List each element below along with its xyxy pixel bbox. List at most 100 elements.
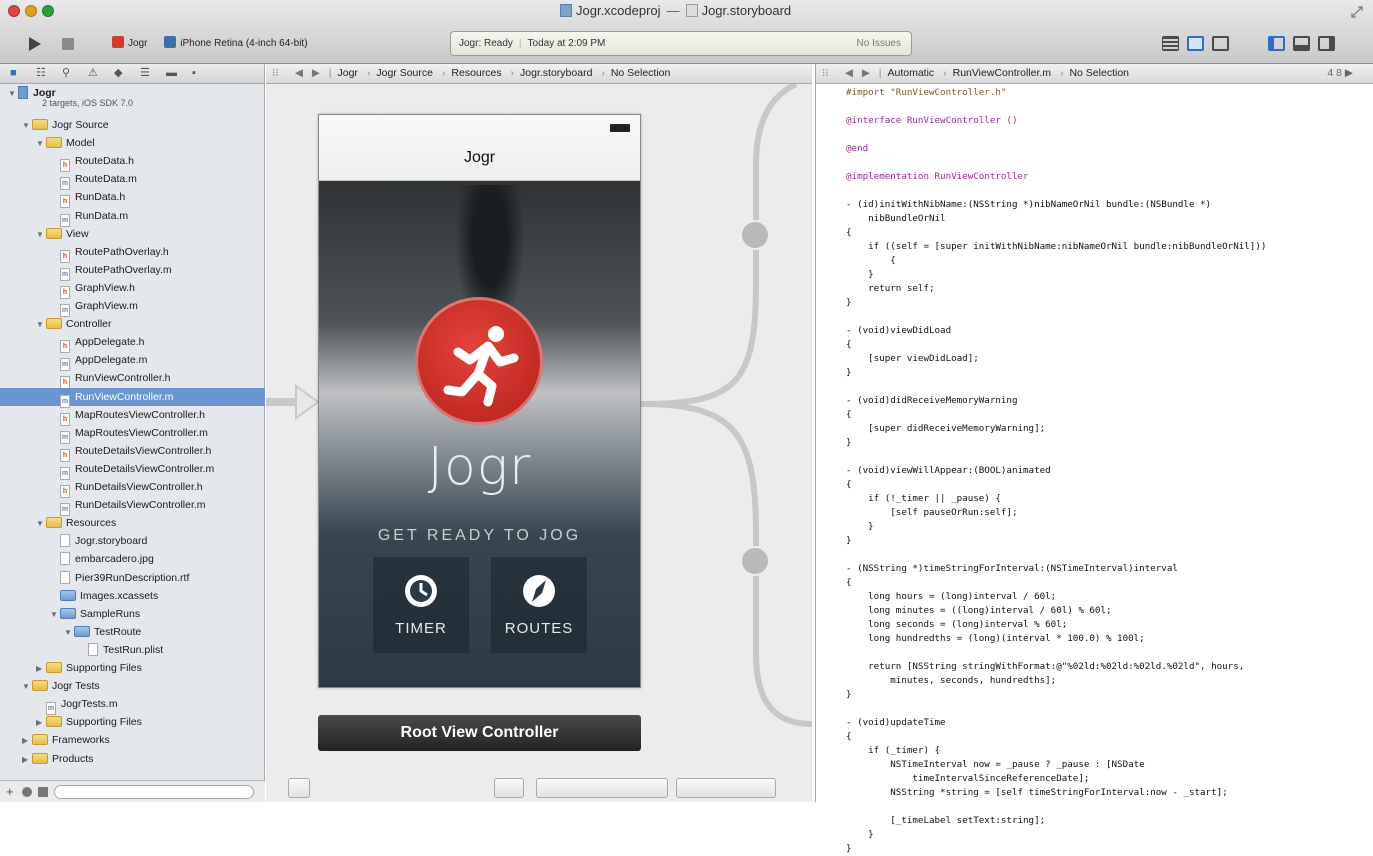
nav-item[interactable]: h RunDetailsViewController.h (0, 478, 265, 498)
disclosure-triangle-icon[interactable]: ▼ (36, 226, 46, 244)
disclosure-triangle-icon[interactable]: ▶ (36, 660, 46, 678)
disclosure-triangle-icon[interactable]: ▼ (36, 316, 46, 334)
nav-item[interactable]: ▼ View (0, 225, 265, 243)
breadcrumb-file[interactable]: Jogr.storyboard (520, 67, 592, 79)
related-items-icon[interactable]: ⁝⁝ (822, 64, 830, 83)
disclosure-triangle-icon[interactable]: ▶ (22, 751, 32, 769)
breadcrumb-resources[interactable]: Resources (451, 67, 501, 79)
scm-filter-icon[interactable] (38, 787, 48, 797)
toggle-navigator-icon[interactable] (1268, 36, 1285, 51)
root-view-controller-label[interactable]: Root View Controller (318, 715, 641, 751)
breadcrumb-group[interactable]: Jogr Source (376, 67, 433, 79)
nav-item[interactable]: m AppDelegate.m (0, 351, 265, 372)
storyboard-canvas[interactable]: ⁝⁝ ◀ ▶ | Jogr › Jogr Source › Resources › Jo… (266, 64, 812, 802)
breadcrumb-project[interactable]: Jogr (338, 67, 358, 79)
routes-button[interactable]: ROUTES (491, 557, 587, 653)
nav-item[interactable]: ▶ Supporting Files (0, 713, 265, 731)
breadcrumb-selection[interactable]: No Selection (1069, 67, 1129, 79)
standard-editor-icon[interactable] (1162, 36, 1179, 51)
disclosure-triangle-icon[interactable]: ▼ (22, 678, 32, 696)
nav-item[interactable]: h RunViewController.h (0, 369, 265, 390)
toggle-debug-area-icon[interactable] (1293, 36, 1310, 51)
debug-nav-icon[interactable]: ☰ (140, 68, 151, 79)
disclosure-triangle-icon[interactable]: ▼ (22, 117, 32, 135)
disclosure-triangle-icon[interactable]: ▼ (50, 606, 60, 624)
nav-item[interactable]: ▶ Frameworks (0, 731, 265, 749)
nav-item[interactable]: ▼ Jogr Source (0, 116, 265, 134)
nav-item[interactable]: Images.xcassets (0, 587, 265, 605)
nav-item[interactable]: m JogrTests.m (0, 695, 265, 716)
zoom-buttons[interactable] (676, 778, 776, 798)
nav-item[interactable]: m RouteDetailsViewController.m (0, 460, 265, 480)
nav-item[interactable]: Pier39RunDescription.rtf (0, 569, 265, 587)
nav-item[interactable]: h MapRoutesViewController.h (0, 406, 265, 426)
nav-item[interactable]: m RunData.m (0, 207, 265, 227)
assistant-editor-icon[interactable] (1187, 36, 1204, 51)
recent-files-icon[interactable] (22, 787, 32, 797)
nav-item[interactable]: embarcadero.jpg (0, 550, 265, 568)
related-items-icon[interactable]: ⁝⁝ (272, 64, 280, 83)
document-outline-button[interactable] (288, 778, 310, 798)
breadcrumb-file[interactable]: RunViewController.m (953, 67, 1051, 79)
nav-item[interactable]: m GraphView.m (0, 297, 265, 317)
nav-item[interactable]: ▼ Controller (0, 315, 265, 333)
stop-button[interactable] (62, 38, 74, 50)
nav-item[interactable]: h RouteData.h (0, 152, 265, 173)
log-nav-icon[interactable]: ▪ (192, 68, 203, 79)
nav-item[interactable]: TestRun.plist (0, 641, 265, 659)
forward-arrow-icon[interactable]: ▶ (862, 64, 870, 83)
nav-item[interactable]: h GraphView.h (0, 279, 265, 299)
form-factor-button[interactable] (494, 778, 524, 798)
nav-item[interactable]: h RunData.h (0, 188, 265, 209)
disclosure-triangle-icon[interactable]: ▼ (64, 624, 74, 642)
forward-arrow-icon[interactable]: ▶ (312, 64, 320, 83)
fullscreen-icon[interactable] (1351, 6, 1363, 18)
breadcrumb-automatic[interactable]: Automatic (888, 67, 935, 79)
segue-icon[interactable] (740, 220, 770, 250)
scheme-selector[interactable]: Jogr iPhone Retina (4-inch 64-bit) (112, 36, 308, 49)
nav-item[interactable]: m MapRoutesViewController.m (0, 424, 265, 444)
project-root-row[interactable]: ▼ Jogr 2 targets, iOS SDK 7.0 (0, 84, 265, 110)
nav-item[interactable]: ▼ TestRoute (0, 623, 265, 641)
breakpoint-nav-icon[interactable]: ▬ (166, 68, 177, 79)
filter-search-field[interactable] (54, 785, 254, 799)
assistant-code-editor[interactable]: ⁝⁝ ◀ ▶ | Automatic › RunViewController.m ›… (815, 64, 1373, 854)
nav-item[interactable]: ▶ Supporting Files (0, 659, 265, 677)
back-arrow-icon[interactable]: ◀ (845, 64, 853, 83)
layout-constraints-buttons[interactable] (536, 778, 668, 798)
nav-item[interactable]: ▼ SampleRuns (0, 605, 265, 623)
version-editor-icon[interactable] (1212, 36, 1229, 51)
nav-item[interactable]: ▼ Jogr Tests (0, 677, 265, 695)
search-nav-icon[interactable]: ⚲ (62, 68, 73, 79)
nav-item[interactable]: h RoutePathOverlay.h (0, 243, 265, 263)
counterpart-counter[interactable]: 4 8 ▶ (1327, 64, 1353, 83)
nav-item[interactable]: ▼ Resources (0, 514, 265, 532)
disclosure-triangle-icon[interactable]: ▼ (36, 515, 46, 533)
add-file-button[interactable]: + (6, 784, 14, 799)
breadcrumb-selection[interactable]: No Selection (611, 67, 671, 79)
nav-item[interactable]: h RouteDetailsViewController.h (0, 442, 265, 462)
nav-item[interactable]: ▶ Products (0, 750, 265, 768)
segue-icon[interactable] (740, 546, 770, 576)
disclosure-triangle-icon[interactable]: ▶ (36, 714, 46, 732)
disclosure-triangle-icon[interactable]: ▼ (36, 135, 46, 153)
nav-item[interactable]: ▼ Model (0, 134, 265, 152)
nav-item[interactable]: m RouteData.m (0, 170, 265, 191)
issue-nav-icon[interactable]: ⚠ (88, 68, 99, 79)
run-view-controller-scene[interactable]: Jogr Jogr GET READY TO JOG TIMER ROUTES (318, 114, 641, 688)
minimize-window-icon[interactable] (25, 5, 37, 17)
zoom-window-icon[interactable] (42, 5, 54, 17)
test-nav-icon[interactable]: ◆ (114, 68, 125, 79)
run-button[interactable] (27, 36, 43, 52)
disclosure-triangle-icon[interactable]: ▶ (22, 732, 32, 750)
folder-nav-icon[interactable]: ■ (10, 68, 21, 79)
nav-item[interactable]: h AppDelegate.h (0, 333, 265, 354)
timer-button[interactable]: TIMER (373, 557, 469, 653)
nav-item[interactable]: m RoutePathOverlay.m (0, 261, 265, 281)
source-code[interactable]: #import "RunViewController.h" @interface… (846, 86, 1366, 856)
disclosure-triangle-icon[interactable]: ▼ (8, 85, 18, 103)
toggle-utilities-icon[interactable] (1318, 36, 1335, 51)
nav-item[interactable]: Jogr.storyboard (0, 532, 265, 550)
close-window-icon[interactable] (8, 5, 20, 17)
nav-item[interactable]: m RunViewController.m (0, 387, 265, 408)
